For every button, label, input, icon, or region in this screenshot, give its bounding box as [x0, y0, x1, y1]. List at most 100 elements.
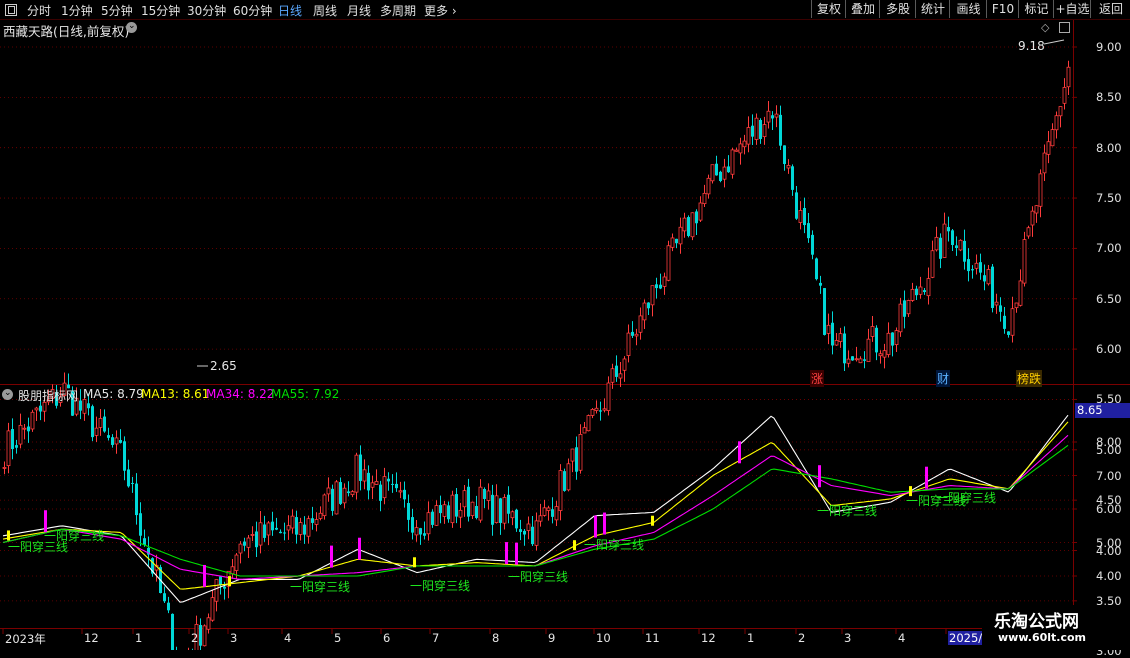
candle-body	[303, 524, 306, 535]
candle-body	[395, 483, 398, 489]
candle-body	[94, 427, 99, 436]
candle-body	[1030, 210, 1035, 226]
signal-bar	[358, 537, 361, 560]
price-tick-label: 9.00	[1096, 40, 1122, 54]
candle-body	[666, 245, 671, 281]
candle-body	[939, 237, 942, 259]
signal-bar	[228, 576, 231, 587]
candle-body	[575, 447, 578, 472]
candle-body	[119, 440, 122, 443]
candle-body	[786, 164, 791, 169]
time-tick-label: 2023年	[5, 632, 46, 646]
candle-body	[942, 223, 947, 258]
candle-body	[719, 171, 722, 181]
candle-body	[1010, 308, 1015, 336]
ma13-readout: MA13: 8.61	[141, 387, 210, 401]
candle-body	[519, 529, 522, 532]
candle-body	[1062, 87, 1067, 104]
title-dropdown-icon[interactable]: ⌄	[126, 21, 137, 33]
candle-body	[199, 624, 202, 646]
price-tick-label: 7.50	[1096, 191, 1122, 206]
candle-body	[234, 554, 239, 571]
event-marker-finance[interactable]: 财	[936, 370, 951, 387]
candle-body	[370, 482, 375, 488]
candle-body	[634, 333, 639, 337]
candle-body	[791, 166, 794, 190]
candle-body	[930, 250, 935, 278]
candle-body	[538, 515, 543, 522]
candle-body	[622, 358, 627, 371]
candle-body	[298, 522, 303, 535]
candle-body	[751, 125, 754, 137]
event-marker-rank[interactable]: 榜跌	[1016, 370, 1043, 387]
signal-label: 一阳穿三线	[817, 504, 878, 518]
candle-body	[263, 524, 266, 538]
signal-label: 一阳穿三线	[410, 579, 471, 593]
candle-body	[678, 226, 683, 245]
time-tick-label: 9	[548, 631, 556, 645]
candle-body	[722, 166, 727, 180]
candle-body	[111, 437, 114, 445]
candle-body	[455, 494, 458, 517]
candle-body	[499, 498, 502, 523]
candle-body	[255, 531, 258, 548]
signal-label: 一阳穿三线	[290, 580, 351, 594]
candle-body	[419, 528, 422, 535]
candle-body	[510, 511, 515, 519]
candle-body	[414, 527, 419, 536]
event-marker-up[interactable]: 涨	[810, 370, 825, 387]
candle-body	[854, 358, 859, 361]
diamond-icon[interactable]: ◇	[1041, 21, 1049, 34]
candle-body	[219, 576, 222, 586]
time-tick-label: 2	[798, 631, 806, 645]
time-tick-label: 3	[230, 631, 238, 645]
candle-body	[486, 490, 491, 501]
watermark: 乐淘公式网 www.60lt.com	[982, 605, 1130, 650]
candle-body	[983, 275, 986, 282]
time-tick-label: 3	[844, 631, 852, 645]
candle-body	[586, 415, 591, 432]
candle-body	[807, 223, 810, 239]
candle-body	[838, 333, 843, 342]
candle-body	[491, 494, 494, 525]
candle-body	[606, 382, 611, 411]
candle-body	[271, 521, 274, 531]
candle-body	[347, 491, 350, 494]
candle-body	[374, 481, 379, 485]
candle-body	[918, 286, 923, 295]
candle-body	[434, 505, 439, 526]
candle-body	[387, 478, 390, 482]
candle-body	[563, 471, 566, 491]
candle-body	[494, 495, 499, 523]
price-tick-label: 8.50	[1096, 90, 1122, 105]
candle-body	[1038, 173, 1043, 207]
candle-body	[238, 543, 243, 554]
candle-body	[515, 509, 518, 529]
candle-body	[742, 140, 747, 148]
candle-body	[367, 472, 370, 491]
candle-body	[906, 300, 911, 315]
signal-bar	[573, 540, 576, 551]
candle-body	[910, 288, 915, 301]
signal-label: 一阳穿三线	[508, 570, 569, 584]
window-toggle-icon[interactable]	[1059, 22, 1070, 33]
candle-body	[638, 315, 643, 333]
candle-body	[798, 210, 803, 223]
candle-body	[359, 454, 362, 481]
signal-bar	[413, 557, 416, 568]
indicator-tick-label: 8.00	[1096, 435, 1122, 449]
signal-bar	[203, 564, 206, 587]
indicator-dropdown-icon[interactable]: ⌄	[2, 388, 13, 400]
signal-bar	[818, 465, 821, 488]
candle-body	[295, 517, 298, 535]
candle-body	[926, 278, 931, 297]
candle-body	[123, 441, 126, 471]
candle-body	[334, 481, 339, 515]
candle-body	[554, 506, 559, 521]
time-tick-label: 7	[432, 631, 440, 645]
candle-body	[467, 486, 470, 517]
candle-body	[266, 522, 271, 536]
candle-body	[687, 217, 690, 236]
candle-body	[230, 566, 235, 575]
candle-body	[507, 494, 510, 514]
